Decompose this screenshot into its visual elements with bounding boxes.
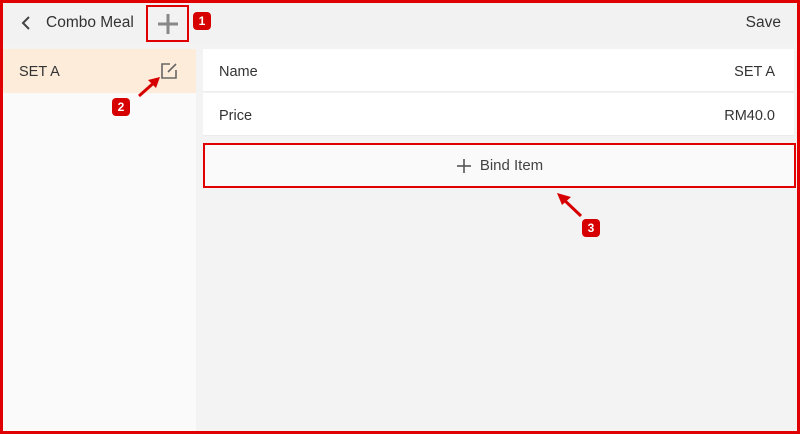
top-bar: Combo Meal Save bbox=[3, 3, 797, 43]
sidebar: SET A bbox=[3, 49, 196, 431]
sidebar-item-set-a[interactable]: SET A bbox=[3, 49, 196, 93]
price-row[interactable]: Price RM40.0 bbox=[203, 93, 794, 136]
annotation-badge-2: 2 bbox=[112, 98, 130, 116]
bind-item-button[interactable]: Bind Item bbox=[203, 143, 796, 188]
chevron-left-icon[interactable] bbox=[17, 12, 35, 34]
sidebar-item-label: SET A bbox=[19, 64, 60, 80]
bind-item-label: Bind Item bbox=[479, 157, 544, 174]
name-label: Name bbox=[219, 64, 258, 80]
annotation-badge-1: 1 bbox=[193, 12, 211, 30]
save-button[interactable]: Save bbox=[746, 14, 781, 32]
annotation-arrow-2 bbox=[138, 77, 160, 98]
add-combo-button[interactable] bbox=[146, 5, 189, 42]
name-row[interactable]: Name SET A bbox=[203, 49, 794, 92]
name-value: SET A bbox=[734, 64, 775, 80]
plus-icon bbox=[158, 14, 178, 34]
page-title: Combo Meal bbox=[46, 14, 134, 31]
price-value: RM40.0 bbox=[724, 108, 775, 124]
annotation-arrow-3 bbox=[557, 193, 583, 218]
price-label: Price bbox=[219, 108, 253, 124]
plus-icon bbox=[456, 158, 471, 173]
annotation-badge-3: 3 bbox=[582, 219, 600, 237]
